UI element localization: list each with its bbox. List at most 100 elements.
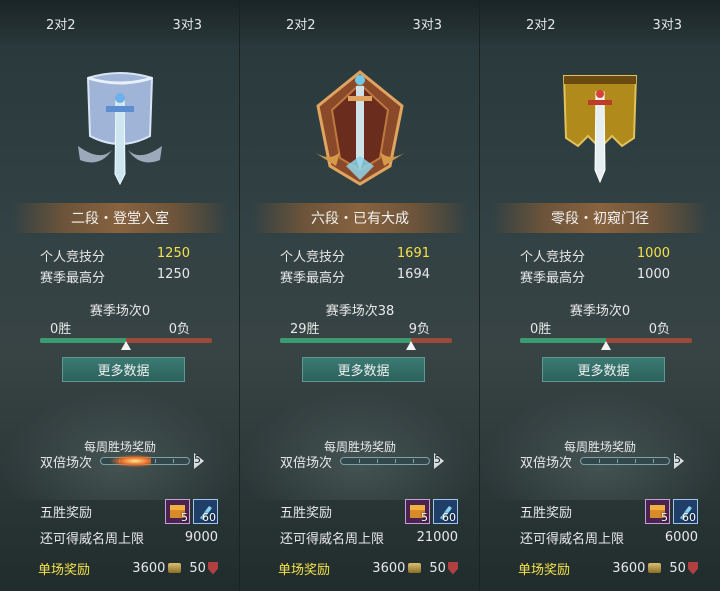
gold-banner-sword-emblem-icon: [562, 75, 638, 184]
personal-score-label: 个人竞技分: [40, 250, 106, 265]
bronze-crest-sword-emblem-icon: [314, 70, 406, 186]
mode-tabs: 2对2 3对3: [240, 0, 479, 46]
rank-title: 二段・登堂入室: [12, 203, 228, 233]
win-loss-row: 0胜 0负: [50, 318, 190, 337]
season-best-row: 赛季最高分 1694: [280, 267, 430, 287]
renown-cap-value: 6000: [664, 529, 698, 545]
personal-score-label: 个人竞技分: [280, 250, 346, 265]
double-matches-track: [580, 457, 671, 465]
double-matches-track: [340, 457, 431, 465]
win-ratio-marker: [601, 341, 611, 350]
chest-count: 5: [421, 510, 428, 524]
rank-title: 六段・已有大成: [252, 203, 468, 233]
win-ratio-marker: [406, 341, 417, 350]
single-reward-row: 单场奖励 3600 50: [38, 557, 219, 579]
blue-key-icon[interactable]: 60: [673, 498, 698, 524]
rank-title: 零段・初窥门径: [492, 203, 708, 233]
double-matches-label: 双倍场次: [40, 455, 93, 471]
tab-2v2[interactable]: 2对2: [526, 14, 556, 33]
season-matches: 赛季场次38: [325, 304, 395, 319]
personal-score-value: 1250: [156, 246, 190, 261]
single-reward-row: 单场奖励 3600 50: [278, 557, 459, 579]
coin-icon: [648, 563, 662, 573]
blue-key-icon[interactable]: 60: [433, 498, 458, 524]
season-best-value: 1694: [396, 267, 430, 282]
single-coins: 3600: [372, 560, 406, 576]
more-data-button[interactable]: 更多数据: [62, 357, 185, 382]
renown-cap-label: 还可得威名周上限: [280, 531, 385, 547]
double-count: 5: [674, 453, 682, 466]
single-honor: 50: [429, 560, 446, 576]
treasure-chest-icon[interactable]: 5: [645, 498, 670, 524]
season-best-value: 1250: [156, 267, 190, 282]
double-count: 5: [434, 453, 442, 466]
single-reward-row: 单场奖励 3600 50: [518, 557, 699, 579]
losses-count: 0负: [648, 322, 670, 337]
season-best-value: 1000: [636, 267, 670, 282]
double-matches-track: [100, 455, 191, 467]
season-best-label: 赛季最高分: [520, 271, 586, 286]
season-best-label: 赛季最高分: [280, 271, 346, 286]
tab-3v3[interactable]: 3对3: [652, 14, 682, 33]
blue-banner-sword-emblem-icon: [78, 72, 162, 186]
coin-icon: [168, 563, 182, 573]
more-data-button[interactable]: 更多数据: [302, 357, 425, 382]
renown-cap-label: 还可得威名周上限: [520, 531, 625, 547]
double-matches-row: 双倍场次 5: [520, 451, 700, 471]
chest-count: 5: [661, 510, 668, 524]
wins-count: 29胜: [290, 322, 320, 337]
wins-count: 0胜: [50, 322, 72, 337]
season-matches: 赛季场次0: [89, 304, 151, 319]
more-data-button[interactable]: 更多数据: [542, 357, 665, 382]
key-count: 60: [682, 510, 696, 524]
treasure-chest-icon[interactable]: 5: [165, 498, 190, 524]
personal-score-row: 个人竞技分 1250: [40, 246, 190, 266]
season-matches: 赛季场次0: [569, 304, 631, 319]
single-honor: 50: [189, 560, 206, 576]
double-matches-label: 双倍场次: [520, 455, 573, 471]
five-win-label: 五胜奖励: [40, 505, 93, 521]
renown-cap-value: 21000: [416, 529, 458, 545]
win-fill: [280, 338, 412, 343]
win-loss-row: 0胜 0负: [530, 318, 670, 337]
single-coins: 3600: [132, 560, 166, 576]
key-count: 60: [442, 510, 456, 524]
win-loss-bar: [280, 338, 452, 343]
personal-score-value: 1000: [636, 246, 670, 261]
single-reward-label: 单场奖励: [518, 562, 571, 578]
arena-panel-2v2: 2对2 3对3 二段・登堂入室 个人竞技分 1250 赛季最高分 1250 赛季…: [0, 0, 240, 591]
single-honor: 50: [669, 560, 686, 576]
double-count: 5: [194, 453, 202, 466]
tab-2v2[interactable]: 2对2: [46, 14, 76, 33]
win-loss-row: 29胜 9负: [290, 318, 430, 337]
single-reward-label: 单场奖励: [38, 562, 91, 578]
personal-score-label: 个人竞技分: [520, 250, 586, 265]
arena-panels: 2对2 3对3 二段・登堂入室 个人竞技分 1250 赛季最高分 1250 赛季…: [0, 0, 720, 591]
shield-icon: [207, 561, 219, 575]
losses-count: 0负: [168, 322, 190, 337]
treasure-chest-icon[interactable]: 5: [405, 498, 430, 524]
tab-3v3[interactable]: 3对3: [412, 14, 442, 33]
blue-key-icon[interactable]: 60: [193, 498, 218, 524]
shield-icon: [687, 561, 699, 575]
tab-2v2[interactable]: 2对2: [286, 14, 316, 33]
losses-count: 9负: [408, 322, 430, 337]
key-count: 60: [202, 510, 216, 524]
tab-3v3[interactable]: 3对3: [172, 14, 202, 33]
five-win-label: 五胜奖励: [520, 505, 573, 521]
double-matches-row: 双倍场次 5: [280, 451, 460, 471]
renown-cap-label: 还可得威名周上限: [40, 531, 145, 547]
arena-panel-3v3: 2对2 3对3 六段・已有大成 个人竞技分 1691 赛季最高分 1694 赛季…: [240, 0, 480, 591]
mode-tabs: 2对2 3对3: [0, 0, 239, 46]
double-matches-row: 双倍场次 5: [40, 451, 220, 471]
five-win-reward-row: 五胜奖励 5 60: [280, 498, 458, 524]
single-reward-label: 单场奖励: [278, 562, 331, 578]
win-fill: [40, 338, 126, 343]
double-count-arrow-icon: 5: [434, 453, 445, 469]
renown-cap-row: 还可得威名周上限 6000: [520, 526, 698, 548]
fire-effect-icon: [111, 455, 152, 467]
win-fill: [520, 338, 606, 343]
personal-score-value: 1691: [396, 246, 430, 261]
shield-icon: [447, 561, 459, 575]
season-best-label: 赛季最高分: [40, 271, 106, 286]
